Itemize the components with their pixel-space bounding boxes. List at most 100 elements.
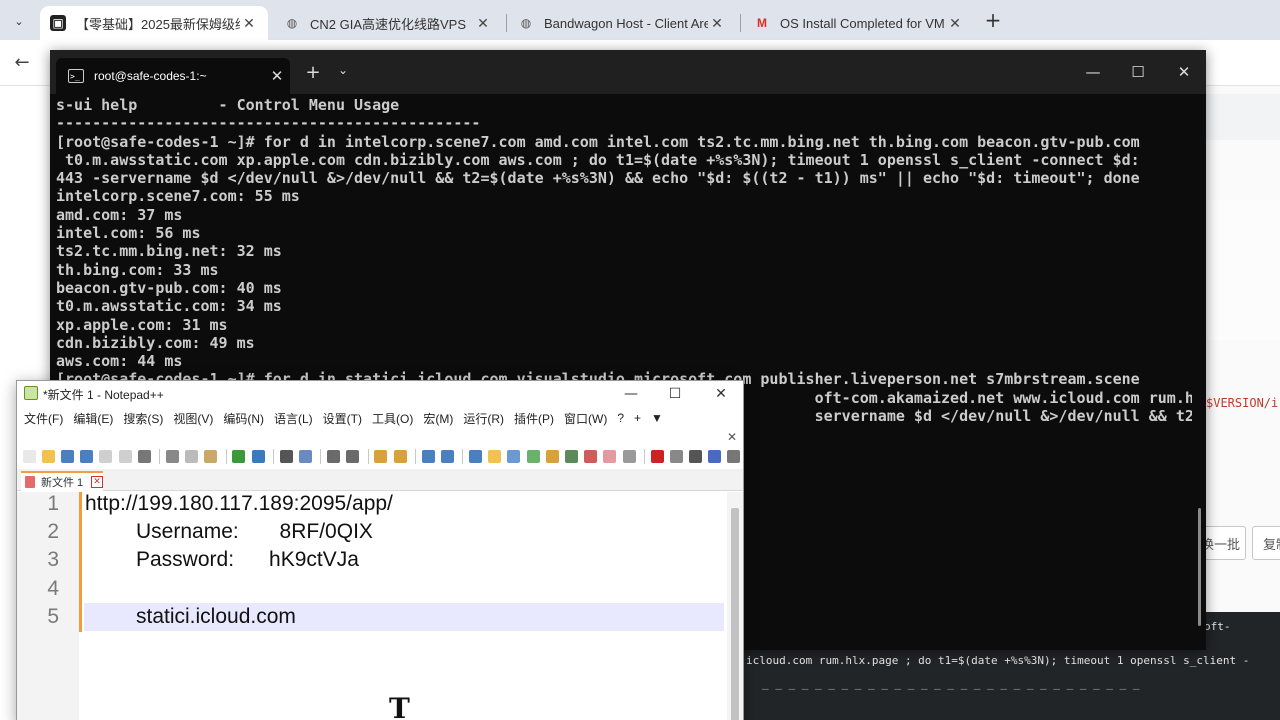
menu-item[interactable]: 宏(M)	[423, 410, 453, 427]
browser-tab-3[interactable]: ◍ Bandwagon Host - Client Area ✕	[508, 6, 736, 40]
record-icon-glyph	[650, 449, 664, 463]
minimize-button[interactable]: —	[611, 383, 651, 405]
terminal-line: s-ui help - Control Menu Usage	[56, 96, 400, 114]
terminal-tab[interactable]: >_ root@safe-codes-1:~ ✕	[56, 58, 290, 94]
open-file-icon-glyph	[41, 449, 55, 463]
editor-line-text: statici.icloud.com	[136, 604, 296, 628]
close-icon[interactable]: ✕	[946, 15, 964, 32]
new-file-icon[interactable]	[21, 448, 37, 465]
indent-guide-icon[interactable]	[467, 448, 483, 465]
stop-icon[interactable]	[668, 448, 684, 465]
eraser-icon[interactable]	[602, 448, 618, 465]
play-multiple-icon[interactable]	[707, 448, 723, 465]
minimize-button[interactable]: —	[1070, 58, 1116, 86]
terminal-line: th.bing.com: 33 ms	[56, 260, 219, 279]
menu-item[interactable]: 编码(N)	[223, 410, 264, 427]
zoom-in-icon[interactable]	[325, 448, 341, 465]
terminal-line: xp.apple.com: 31 ms	[56, 315, 228, 334]
background-terminal-line: icloud.com rum.hlx.page ; do t1=$(date +…	[746, 654, 1250, 667]
function-list-icon-glyph	[526, 449, 540, 463]
open-file-icon[interactable]	[40, 448, 56, 465]
terminal-line: 443 -servername $d </dev/null &>/dev/nul…	[56, 169, 1140, 188]
function-list-icon[interactable]	[525, 448, 541, 465]
save-all-icon-glyph	[80, 449, 94, 463]
new-terminal-tab-button[interactable]: +	[304, 62, 322, 83]
close-tab-icon[interactable]: ✕	[264, 67, 290, 85]
save-icon[interactable]	[59, 448, 75, 465]
close-tab-icon[interactable]: ✕	[91, 476, 103, 488]
macro-icon[interactable]	[583, 448, 599, 465]
menu-item[interactable]: 窗口(W)	[564, 410, 607, 427]
redo-icon[interactable]	[250, 448, 266, 465]
browser-tab-4[interactable]: M OS Install Completed for VM ✕	[744, 6, 974, 40]
sync-h-icon[interactable]	[392, 448, 408, 465]
close-document-icon[interactable]: ✕	[727, 430, 737, 444]
close-icon[interactable]: ✕	[474, 15, 492, 32]
find-icon[interactable]	[278, 448, 294, 465]
folder-icon[interactable]	[487, 448, 503, 465]
terminal-scrollbar[interactable]	[1198, 508, 1201, 626]
menu-item[interactable]: +	[634, 411, 641, 425]
back-button[interactable]: ←	[10, 50, 34, 74]
notepad-title-bar: *新文件 1 - Notepad++ — ☐ ✕	[17, 381, 743, 407]
word-wrap-icon[interactable]	[420, 448, 436, 465]
play-multiple-icon-glyph	[708, 449, 722, 463]
save-all-icon[interactable]	[79, 448, 95, 465]
notepad-title: *新文件 1 - Notepad++	[43, 388, 164, 402]
maximize-button[interactable]: ☐	[1115, 58, 1161, 86]
document-tab[interactable]: 新文件 1 ✕	[21, 471, 103, 491]
menu-item[interactable]: 视图(V)	[173, 410, 213, 427]
maximize-button[interactable]: ☐	[655, 383, 695, 405]
close-all-icon-glyph	[118, 449, 132, 463]
close-all-icon[interactable]	[117, 448, 133, 465]
terminal-line: t0.m.awsstatic.com xp.apple.com cdn.bizi…	[56, 150, 1140, 169]
text-cursor-icon: T	[389, 692, 410, 720]
close-file-icon[interactable]	[98, 448, 114, 465]
notepad-menu-bar: 文件(F) 编辑(E) 搜索(S) 视图(V) 编码(N) 语言(L) 设置(T) 工具(O)…	[17, 407, 743, 429]
zoom-out-icon[interactable]	[345, 448, 361, 465]
close-icon[interactable]: ✕	[240, 15, 258, 32]
close-window-button[interactable]: ✕	[1161, 58, 1206, 86]
monitor-icon[interactable]	[563, 448, 579, 465]
doc-map-icon[interactable]	[506, 448, 522, 465]
vertical-scrollbar[interactable]	[727, 492, 743, 720]
undo-icon[interactable]	[231, 448, 247, 465]
tab-search-dropdown[interactable]: ⌄	[8, 10, 30, 32]
menu-item[interactable]: ?	[617, 411, 624, 425]
browser-tab-1[interactable]: ▣ 【零基础】2025最新保姆级纯小白 ✕	[40, 6, 268, 40]
record-icon[interactable]	[649, 448, 665, 465]
show-all-chars-icon[interactable]	[439, 448, 455, 465]
cut-icon[interactable]	[164, 448, 180, 465]
menu-item[interactable]: 设置(T)	[323, 410, 362, 427]
cloud-icon[interactable]	[621, 448, 637, 465]
menu-item[interactable]: 搜索(S)	[123, 410, 163, 427]
copy-icon[interactable]	[183, 448, 199, 465]
new-tab-button[interactable]: +	[982, 8, 1004, 32]
folder-icon-glyph	[488, 449, 502, 463]
menu-item[interactable]: 工具(O)	[372, 410, 413, 427]
close-window-button[interactable]: ✕	[701, 383, 741, 405]
replace-icon[interactable]	[297, 448, 313, 465]
menu-item[interactable]: 语言(L)	[274, 410, 313, 427]
print-icon[interactable]	[136, 448, 152, 465]
cloud-icon-glyph	[622, 449, 636, 463]
menu-item[interactable]: 文件(F)	[24, 410, 63, 427]
sync-v-icon[interactable]	[373, 448, 389, 465]
copy-button[interactable]: 复制	[1252, 526, 1280, 560]
menu-item[interactable]: 插件(P)	[514, 410, 554, 427]
text-editor[interactable]: 1 http://199.180.117.189:2095/app/2 Userna…	[17, 492, 743, 720]
editor-line-text: Password: hK9ctVJa	[136, 548, 359, 572]
folder-workspace-icon[interactable]	[544, 448, 560, 465]
paste-icon[interactable]	[203, 448, 219, 465]
play-icon[interactable]	[687, 448, 703, 465]
page-code-text: $VERSION/i	[1206, 396, 1279, 410]
browser-tab-2[interactable]: ◍ CN2 GIA高速优化线路VPS ✕	[274, 6, 502, 40]
menu-item[interactable]: 编辑(E)	[73, 410, 113, 427]
scrollbar-thumb[interactable]	[731, 508, 739, 720]
close-icon[interactable]: ✕	[708, 15, 726, 32]
save-macro-icon[interactable]	[726, 448, 742, 465]
browser-tab-label: Bandwagon Host - Client Area	[544, 15, 708, 31]
menu-item[interactable]: ▼	[651, 411, 663, 425]
menu-item[interactable]: 运行(R)	[463, 410, 504, 427]
terminal-profile-dropdown[interactable]: ⌄	[336, 63, 350, 77]
